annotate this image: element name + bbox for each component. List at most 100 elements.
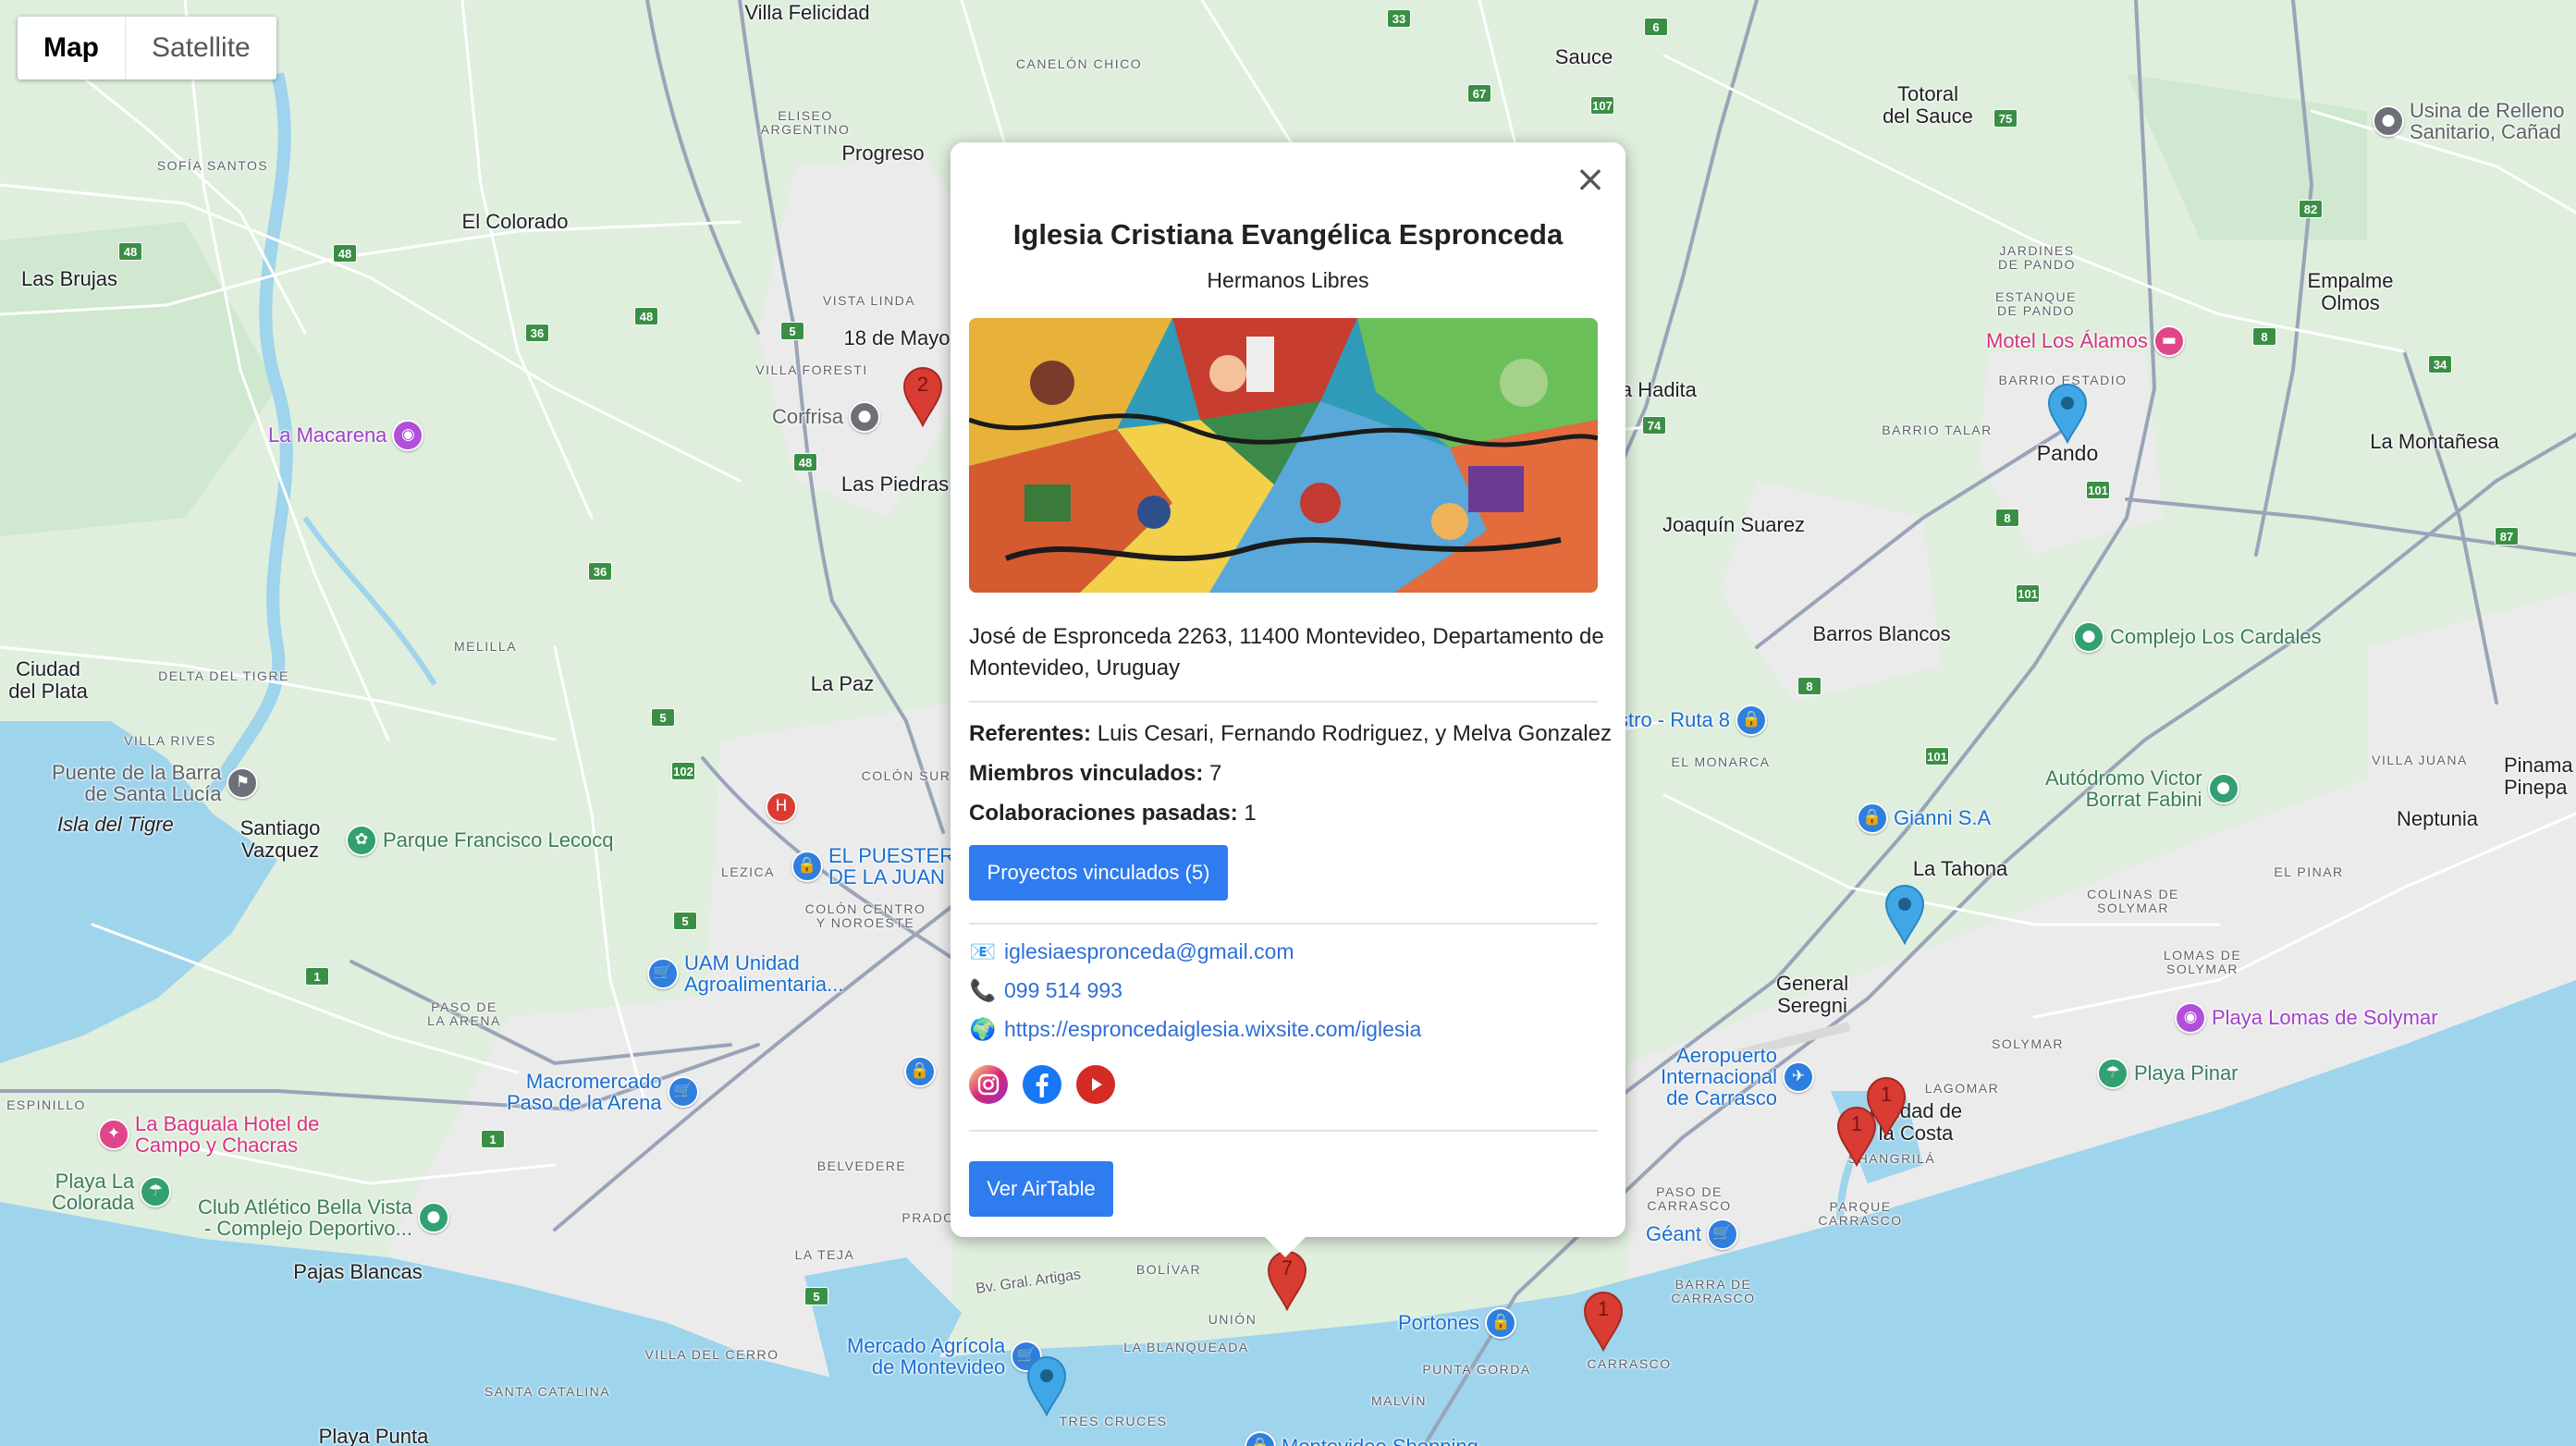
poi-aeropuerto[interactable]: ✈ Aeropuerto Internacional de Carrasco bbox=[1661, 1045, 1814, 1109]
park-icon: ● bbox=[2207, 773, 2239, 805]
shopping-cart-icon: 🛒 bbox=[647, 958, 679, 990]
poi-playa-la-colorada[interactable]: ☂ Playa La Colorada bbox=[52, 1170, 172, 1213]
poi-playa-lomas-de-solymar[interactable]: ◉ Playa Lomas de Solymar bbox=[2175, 1002, 2438, 1034]
place-label-pando: Pando bbox=[2036, 441, 2099, 465]
proyectos-vinculados-button[interactable]: Proyectos vinculados (5) bbox=[969, 845, 1228, 901]
place-label-parque-carrasco: PARQUE CARRASCO bbox=[1818, 1199, 1903, 1229]
place-label-barrio-talar: BARRIO TALAR bbox=[1882, 423, 1993, 437]
shopping-cart-icon: 🛒 bbox=[1706, 1219, 1738, 1250]
poi-gianni[interactable]: 🔒 Gianni S.A bbox=[1857, 803, 1991, 834]
map-marker[interactable] bbox=[2047, 383, 2088, 444]
poi-la-baguala[interactable]: ✦ La Baguala Hotel de Campo y Chacras bbox=[98, 1113, 319, 1156]
email-link[interactable]: iglesiaespronceda@gmail.com bbox=[1004, 939, 1294, 964]
website-link[interactable]: https://esproncedaiglesia.wixsite.com/ig… bbox=[1004, 1017, 1421, 1042]
place-label-delta-del-tigre: DELTA DEL TIGRE bbox=[158, 668, 289, 683]
ver-airtable-button[interactable]: Ver AirTable bbox=[969, 1161, 1113, 1217]
route-shield: 48 bbox=[118, 242, 142, 261]
route-shield: 6 bbox=[1644, 18, 1668, 36]
place-label-neptunia: Neptunia bbox=[2396, 807, 2479, 830]
place-label-playa-punta: Playa Punta bbox=[318, 1425, 429, 1446]
poi-geant[interactable]: 🛒 Géant bbox=[1646, 1219, 1738, 1250]
poi-el-puestero[interactable]: 🔒 EL PUESTERO DE LA JUAN bbox=[791, 845, 970, 888]
place-label-las-piedras: Las Piedras bbox=[840, 472, 950, 496]
shopping-bag-icon: 🔒 bbox=[1857, 803, 1888, 834]
place-label-jardines-de-pando: JARDINES DE PANDO bbox=[1997, 243, 2077, 273]
shopping-bag-icon: 🔒 bbox=[904, 1056, 936, 1087]
poi-montevideo-shopping[interactable]: 🔒Montevideo Shopping bbox=[1245, 1431, 1478, 1446]
poi-la-macarena[interactable]: ◉ La Macarena bbox=[268, 420, 424, 451]
poi-ruta-8[interactable]: 🔒 stro - Ruta 8 bbox=[1618, 705, 1768, 736]
place-label-melilla: MELILLA bbox=[453, 639, 518, 654]
route-shield: 1 bbox=[481, 1130, 505, 1148]
poi-usina[interactable]: ● Usina de Relleno Sanitario, Cañad bbox=[2373, 100, 2565, 142]
poi-macromercado[interactable]: 🛒 Macromercado Paso de la Arena bbox=[507, 1071, 699, 1113]
place-label-pajas-blancas: Pajas Blancas bbox=[293, 1260, 423, 1283]
route-shield: 101 bbox=[1925, 747, 1949, 766]
map-type-control: Map Satellite bbox=[18, 17, 276, 80]
hospital-icon: H bbox=[766, 791, 797, 823]
poi-puente-de-la-barra[interactable]: ⚑ Puente de la Barra de Santa Lucía bbox=[52, 762, 259, 804]
route-shield: 36 bbox=[525, 324, 549, 342]
route-shield: 5 bbox=[780, 322, 804, 340]
poi-parque-lecocq[interactable]: ✿ Parque Francisco Lecocq bbox=[346, 825, 613, 856]
map-marker[interactable]: 7 bbox=[1267, 1250, 1307, 1311]
poi-complejo-los-cardales[interactable]: ● Complejo Los Cardales bbox=[2073, 621, 2322, 653]
shopping-bag-icon: 🔒 bbox=[1485, 1307, 1517, 1339]
map-type-map-button[interactable]: Map bbox=[18, 17, 126, 80]
place-label-eliseo: ELISEO ARGENTINO bbox=[760, 108, 851, 138]
place-label-lagomar: LAGOMAR bbox=[1924, 1081, 2000, 1096]
instagram-icon[interactable] bbox=[969, 1065, 1008, 1104]
phone-row: 📞 099 514 993 bbox=[969, 978, 1122, 1003]
map-marker[interactable]: 2 bbox=[902, 366, 943, 427]
place-label-la-tahona: La Tahona bbox=[1912, 857, 2008, 880]
email-icon: 📧 bbox=[969, 940, 997, 964]
divider bbox=[969, 701, 1598, 703]
map-marker[interactable] bbox=[1884, 884, 1925, 945]
place-label-colinas-de-solymar: COLINAS DE SOLYMAR bbox=[2087, 887, 2179, 916]
landmark-icon: ⚑ bbox=[227, 767, 259, 800]
route-shield: 5 bbox=[673, 912, 697, 930]
map-type-satellite-button[interactable]: Satellite bbox=[126, 17, 276, 80]
poi-corfrisa[interactable]: ● Corfrisa bbox=[772, 401, 881, 433]
map-marker[interactable]: 1 bbox=[1583, 1291, 1624, 1352]
route-shield: 82 bbox=[2299, 200, 2323, 218]
poi-playa-pinar[interactable]: ☂ Playa Pinar bbox=[2097, 1058, 2239, 1089]
place-label-union: UNIÓN bbox=[1208, 1312, 1257, 1327]
facebook-icon[interactable] bbox=[1023, 1065, 1061, 1104]
poi-motel-los-alamos[interactable]: ▬ Motel Los Álamos bbox=[1986, 325, 2185, 357]
poi-mercado-agricola[interactable]: 🛒 Mercado Agrícola de Montevideo bbox=[847, 1335, 1043, 1378]
shopping-cart-icon: 🛒 bbox=[667, 1076, 699, 1109]
poi-portones[interactable]: 🔒 Portones bbox=[1398, 1307, 1517, 1339]
close-icon[interactable]: × bbox=[1574, 161, 1607, 198]
place-label-villa-felicidad: Villa Felicidad bbox=[744, 1, 870, 24]
place-label-malvin: MALVÍN bbox=[1370, 1393, 1428, 1408]
route-shield: 101 bbox=[2086, 481, 2110, 499]
poi-uam[interactable]: 🛒 UAM Unidad Agroalimentaria... bbox=[647, 952, 843, 995]
poi-club-bella-vista[interactable]: ● Club Atlético Bella Vista - Complejo De… bbox=[198, 1196, 449, 1239]
place-label-sauce: Sauce bbox=[1554, 45, 1613, 68]
poi-partial-shop[interactable]: 🔒 bbox=[904, 1056, 936, 1087]
paw-icon: ✿ bbox=[346, 825, 377, 856]
map-marker[interactable]: 1 bbox=[1836, 1106, 1877, 1167]
place-label-solymar: SOLYMAR bbox=[1992, 1036, 2064, 1051]
poi-autodromo[interactable]: ● Autódromo Victor Borrat Fabini bbox=[2045, 767, 2239, 810]
place-label-carrasco: CARRASCO bbox=[1587, 1356, 1672, 1371]
youtube-icon[interactable] bbox=[1076, 1065, 1115, 1104]
hotel-icon: ▬ bbox=[2153, 325, 2185, 357]
map-marker[interactable] bbox=[1026, 1355, 1067, 1416]
place-label-la-hadita: la Hadita bbox=[1616, 378, 1697, 401]
route-shield: 5 bbox=[651, 708, 675, 727]
place-label-villa-del-cerro: VILLA DEL CERRO bbox=[644, 1347, 779, 1362]
route-shield: 48 bbox=[793, 453, 817, 472]
resort-icon: ✦ bbox=[98, 1119, 129, 1151]
route-shield: 33 bbox=[1387, 9, 1411, 28]
place-label-espinillo: ESPINILLO bbox=[6, 1097, 86, 1112]
place-label-sofia-santos: SOFÍA SANTOS bbox=[156, 158, 269, 173]
phone-link[interactable]: 099 514 993 bbox=[1004, 978, 1122, 1003]
route-shield: 1 bbox=[305, 967, 329, 986]
place-label-general-seregni: General Seregni bbox=[1775, 972, 1849, 1017]
place-label-bolivar: BOLÍVAR bbox=[1135, 1262, 1202, 1277]
route-shield: 34 bbox=[2428, 355, 2452, 374]
poi-hospital[interactable]: H bbox=[766, 791, 797, 823]
place-label-lomas-de-solymar: LOMAS DE SOLYMAR bbox=[2163, 948, 2242, 977]
